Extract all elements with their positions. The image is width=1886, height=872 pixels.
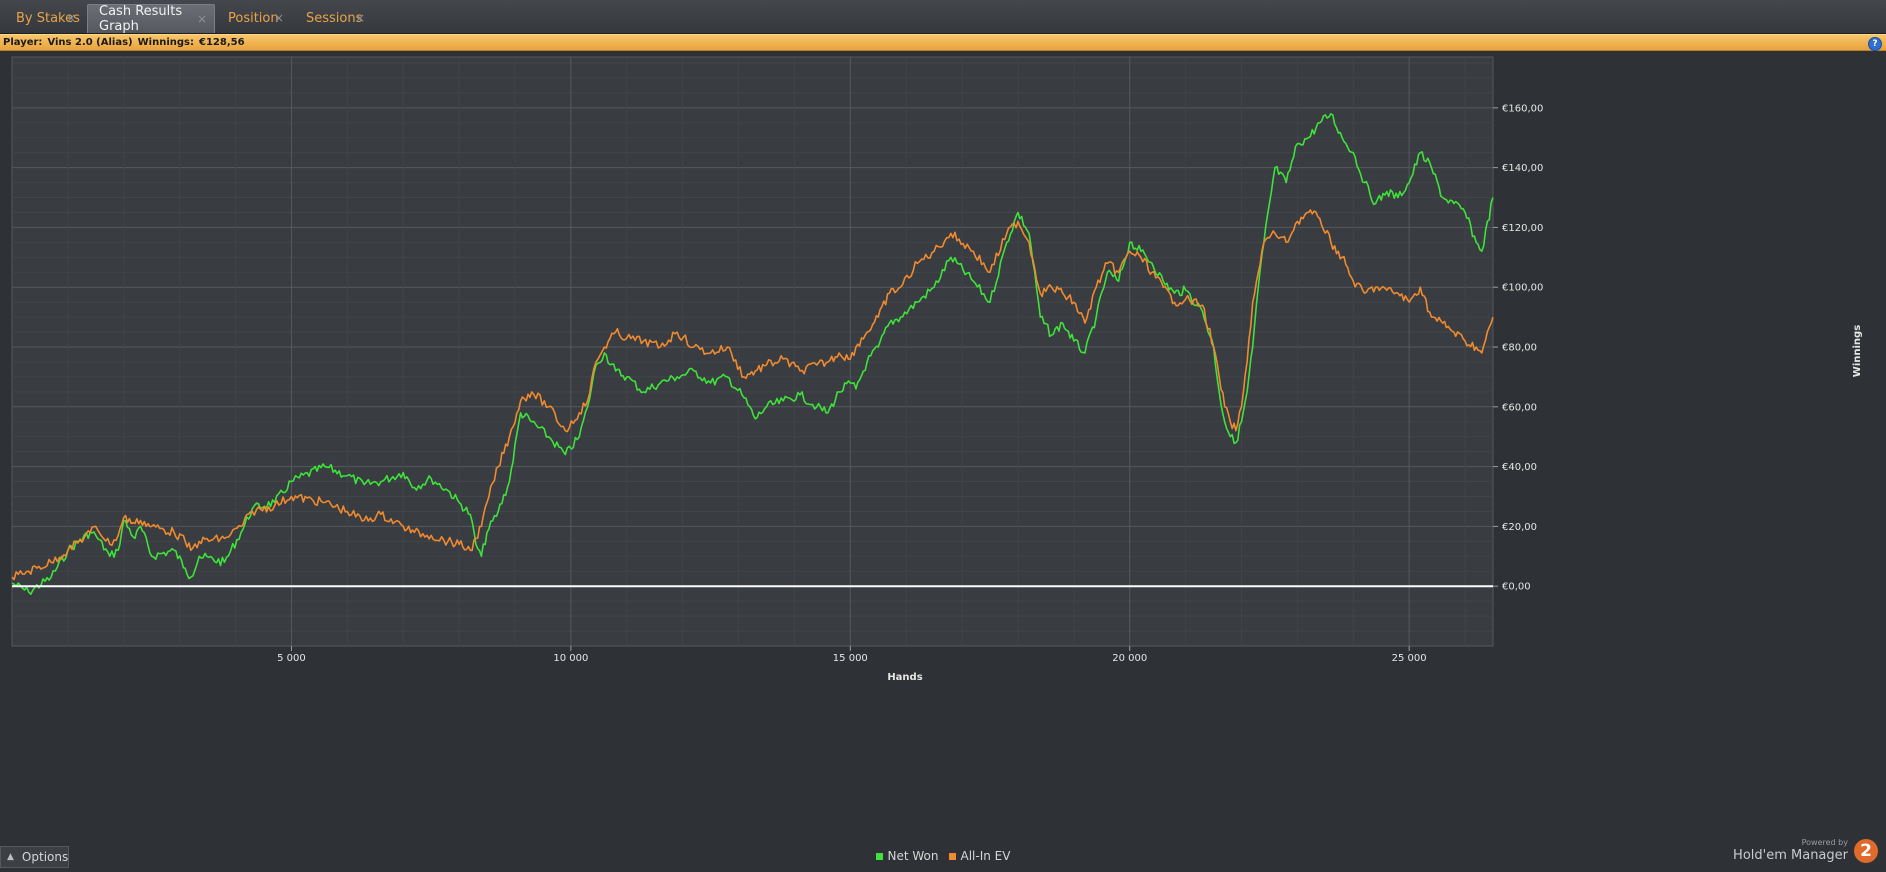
- x-axis-label: Hands: [887, 672, 922, 683]
- y-tick-label: €80,00: [1502, 343, 1537, 354]
- brand-name: Hold'em Manager: [1733, 848, 1848, 863]
- y-tick-label: €160,00: [1502, 103, 1543, 114]
- legend-swatch: [948, 852, 956, 860]
- x-axis-ticks: 5 000 10 000 15 000 20 000 25 000: [277, 646, 1427, 664]
- tab-label: Position: [228, 11, 279, 26]
- legend-label: All-In EV: [960, 849, 1011, 863]
- help-icon[interactable]: ?: [1868, 37, 1882, 51]
- y-tick-label: €140,00: [1502, 163, 1543, 174]
- hm2-logo-icon: 2: [1854, 839, 1878, 863]
- legend-label: Net Won: [887, 849, 939, 863]
- y-axis-label: Winnings: [1852, 325, 1863, 377]
- y-tick-label: €20,00: [1502, 522, 1537, 533]
- y-axis-ticks: €0,00 €20,00 €40,00 €60,00 €80,00 €100,00 €120…: [1493, 103, 1543, 593]
- tab-label: Sessions: [306, 11, 363, 26]
- legend-item-all-in-ev[interactable]: All-In EV: [948, 849, 1011, 863]
- winnings-value: €128,56: [198, 37, 245, 48]
- tab-cash-results-graph[interactable]: Cash Results Graph ×: [87, 4, 215, 34]
- x-tick-label: 15 000: [833, 653, 868, 664]
- close-icon[interactable]: ×: [355, 11, 365, 25]
- x-tick-label: 20 000: [1112, 653, 1147, 664]
- powered-by-text: Powered by: [1801, 838, 1848, 847]
- results-chart: €0,00 €20,00 €40,00 €60,00 €80,00 €100,00 €120…: [11, 56, 1863, 683]
- x-tick-label: 5 000: [277, 653, 306, 664]
- x-tick-label: 10 000: [553, 653, 588, 664]
- player-info-bar: Player: Vins 2.0 (Alias) Winnings: €128,…: [0, 34, 1886, 51]
- y-tick-label: €60,00: [1502, 402, 1537, 413]
- tab-bar: By Stakes × Cash Results Graph × Positio…: [0, 0, 1886, 34]
- tab-by-stakes[interactable]: By Stakes ×: [0, 4, 86, 33]
- chart-legend: Net Won All-In EV: [0, 848, 1886, 864]
- winnings-label: Winnings:: [137, 37, 194, 48]
- plot-area: [11, 56, 1494, 647]
- player-name: Vins 2.0 (Alias): [47, 37, 133, 48]
- x-tick-label: 25 000: [1392, 653, 1427, 664]
- y-tick-label: €0,00: [1502, 582, 1531, 593]
- y-tick-label: €40,00: [1502, 462, 1537, 473]
- close-icon[interactable]: ×: [197, 12, 207, 26]
- results-graph-window: By Stakes × Cash Results Graph × Positio…: [0, 0, 1886, 872]
- y-tick-label: €100,00: [1502, 283, 1543, 294]
- tab-sessions[interactable]: Sessions ×: [295, 4, 375, 33]
- close-icon[interactable]: ×: [274, 11, 284, 25]
- legend-swatch: [875, 852, 883, 860]
- player-label: Player:: [3, 37, 43, 48]
- y-tick-label: €120,00: [1502, 223, 1543, 234]
- tab-position[interactable]: Position ×: [216, 4, 294, 33]
- brand-logo-area: Powered by Hold'em Manager 2: [1726, 836, 1886, 870]
- legend-item-net-won[interactable]: Net Won: [875, 849, 939, 863]
- close-icon[interactable]: ×: [66, 11, 76, 25]
